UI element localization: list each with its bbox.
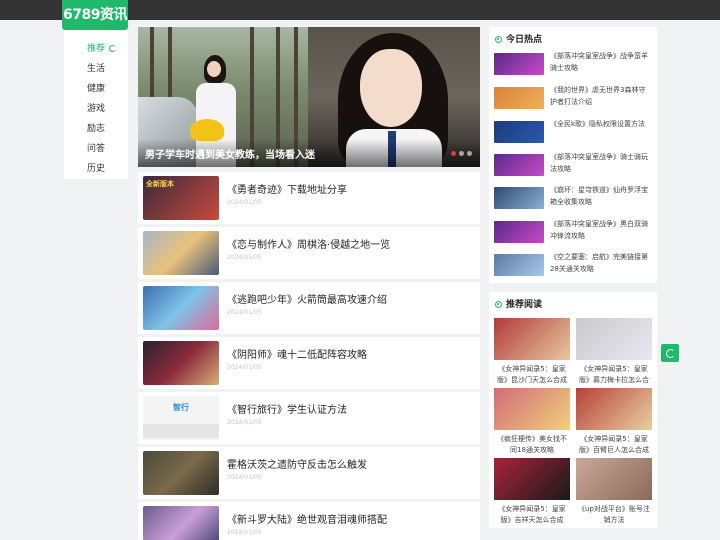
recommended-title[interactable]: 《女神异闻录5：皇家版》慕力梅卡拉怎么合: [576, 364, 652, 386]
article-title[interactable]: 霍格沃茨之遗防守反击怎么触发: [227, 456, 367, 471]
recommended-item[interactable]: 《疯狂梗传》美女找不同18通关攻略: [494, 388, 570, 458]
hot-thumbnail[interactable]: [494, 187, 544, 209]
panel-heading-text: 推荐阅读: [506, 300, 543, 310]
refresh-icon[interactable]: [109, 45, 117, 52]
hero-carousel[interactable]: 男子学车时遇到美女教练，当场看入迷: [138, 27, 480, 167]
panel-heading: 推荐阅读: [495, 297, 542, 310]
recommended-item[interactable]: 《女神异闻录5：皇家版》吉祥天怎么合成: [494, 458, 570, 528]
article-thumbnail[interactable]: [143, 451, 219, 495]
nav-item-history[interactable]: 历史: [87, 161, 105, 174]
recommended-thumbnail[interactable]: [494, 388, 570, 430]
article-thumbnail[interactable]: [143, 506, 219, 540]
article-title[interactable]: 《恋与制作人》周棋洛·侵越之地一览: [227, 236, 390, 251]
site-logo[interactable]: 6789资讯: [62, 0, 128, 30]
article-date: 2024/01/05: [227, 309, 262, 316]
article-date: 2024/01/05: [227, 254, 262, 261]
recommended-title[interactable]: 《up对战平台》账号注销方法: [576, 504, 652, 526]
nav-item-label: 推荐: [87, 44, 106, 54]
hot-item[interactable]: 《空之要塞：启航》完美链接第28关通关攻略: [494, 252, 652, 282]
hot-thumbnail[interactable]: [494, 121, 544, 143]
hero-title[interactable]: 男子学车时遇到美女教练，当场看入迷: [145, 146, 315, 161]
article-item[interactable]: 智行 《智行旅行》学生认证方法 2024/01/05: [138, 392, 480, 444]
article-title[interactable]: 《逃跑吧少年》火箭筒最高攻速介绍: [227, 291, 387, 306]
hot-item[interactable]: 《我的世界》虐无世界3森林守护者打法介绍: [494, 85, 652, 115]
article-date: 2024/01/05: [227, 474, 262, 481]
hot-thumbnail[interactable]: [494, 221, 544, 243]
article-date: 2024/01/05: [227, 364, 262, 371]
nav-item-inspiration[interactable]: 励志: [87, 121, 105, 134]
article-item[interactable]: 《新斗罗大陆》绝世观音泪魂师搭配 2024/01/05: [138, 502, 480, 540]
recommended-panel: 推荐阅读 《女神异闻录5：皇家版》昆沙门天怎么合成 《女神异闻录5：皇家版》慕力…: [489, 292, 657, 528]
article-item[interactable]: 《逃跑吧少年》火箭筒最高攻速介绍 2024/01/05: [138, 282, 480, 334]
hot-title[interactable]: 《部落冲突皇室战争》黑白双骑冲锋流攻略: [550, 219, 650, 242]
article-date: 2024/01/05: [227, 529, 262, 536]
article-title[interactable]: 《阴阳师》魂十二低配阵容攻略: [227, 346, 367, 361]
hot-item[interactable]: 《部落冲突皇室战争》黑白双骑冲锋流攻略: [494, 219, 652, 249]
nav-item-games[interactable]: 游戏: [87, 101, 105, 114]
hot-title[interactable]: 《部落冲突皇室战争》战争蛮羊骑士攻略: [550, 51, 650, 74]
nav-item-health[interactable]: 健康: [87, 81, 105, 94]
hot-thumbnail[interactable]: [494, 53, 544, 75]
article-thumbnail[interactable]: [143, 286, 219, 330]
recommended-item[interactable]: 《up对战平台》账号注销方法: [576, 458, 652, 528]
article-date: 2024/01/05: [227, 199, 262, 206]
target-icon: [495, 36, 502, 43]
article-title[interactable]: 《智行旅行》学生认证方法: [227, 401, 347, 416]
nav-item-life[interactable]: 生活: [87, 61, 105, 74]
recommended-thumbnail[interactable]: [494, 318, 570, 360]
recommended-thumbnail[interactable]: [576, 458, 652, 500]
article-thumbnail[interactable]: [143, 341, 219, 385]
article-item[interactable]: 霍格沃茨之遗防守反击怎么触发 2024/01/05: [138, 447, 480, 499]
nav-item-qa[interactable]: 问答: [87, 141, 105, 154]
article-title[interactable]: 《勇者奇迹》下载地址分享: [227, 181, 347, 196]
hot-item[interactable]: 《部落冲突皇室战争》战争蛮羊骑士攻略: [494, 51, 652, 81]
refresh-button[interactable]: [661, 344, 679, 362]
refresh-icon: [665, 348, 675, 358]
article-item[interactable]: 《恋与制作人》周棋洛·侵越之地一览 2024/01/05: [138, 227, 480, 279]
recommended-title[interactable]: 《女神异闻录5：皇家版》百臂巨人怎么合成: [576, 434, 652, 456]
panel-heading-text: 今日热点: [506, 35, 543, 45]
panel-heading: 今日热点: [495, 32, 542, 45]
recommended-title[interactable]: 《女神异闻录5：皇家版》吉祥天怎么合成: [494, 504, 570, 526]
hot-thumbnail[interactable]: [494, 87, 544, 109]
carousel-dots: [448, 141, 472, 160]
recommended-thumbnail[interactable]: [576, 318, 652, 360]
hot-title[interactable]: 《全民k歌》隐私权限设置方法: [550, 119, 650, 131]
hot-item[interactable]: 《部落冲突皇室战争》骑士骑玩法攻略: [494, 152, 652, 182]
recommended-thumbnail[interactable]: [494, 458, 570, 500]
hot-title[interactable]: 《部落冲突皇室战争》骑士骑玩法攻略: [550, 152, 650, 175]
article-title[interactable]: 《新斗罗大陆》绝世观音泪魂师搭配: [227, 511, 387, 526]
hot-title[interactable]: 《我的世界》虐无世界3森林守护者打法介绍: [550, 85, 650, 108]
hero-caption[interactable]: 男子学车时遇到美女教练，当场看入迷: [138, 139, 480, 167]
recommended-item[interactable]: 《女神异闻录5：皇家版》昆沙门天怎么合成: [494, 318, 570, 388]
hot-thumbnail[interactable]: [494, 254, 544, 276]
article-thumbnail[interactable]: 全新版本: [143, 176, 219, 220]
carousel-dot[interactable]: [459, 151, 464, 156]
hot-today-panel: 今日热点 《部落冲突皇室战争》战争蛮羊骑士攻略 《我的世界》虐无世界3森林守护者…: [489, 27, 657, 283]
article-date: 2024/01/05: [227, 419, 262, 426]
recommended-item[interactable]: 《女神异闻录5：皇家版》百臂巨人怎么合成: [576, 388, 652, 458]
target-icon: [495, 301, 502, 308]
hot-item[interactable]: 《全民k歌》隐私权限设置方法: [494, 119, 652, 149]
recommended-thumbnail[interactable]: [576, 388, 652, 430]
hot-title[interactable]: 《空之要塞：启航》完美链接第28关通关攻略: [550, 252, 650, 275]
article-thumbnail[interactable]: 智行: [143, 396, 219, 440]
hot-title[interactable]: 《崩坏：星穹铁道》仙舟罗浮宝箱全收集攻略: [550, 185, 650, 208]
recommended-title[interactable]: 《女神异闻录5：皇家版》昆沙门天怎么合成: [494, 364, 570, 386]
nav-item-recommend[interactable]: 推荐: [87, 41, 117, 54]
article-thumbnail[interactable]: [143, 231, 219, 275]
thumbnail-text: 全新版本: [146, 180, 174, 188]
category-nav: 推荐 生活 健康 游戏 励志 问答 历史: [64, 31, 128, 179]
article-item[interactable]: 全新版本 《勇者奇迹》下载地址分享 2024/01/05: [138, 172, 480, 224]
article-item[interactable]: 《阴阳师》魂十二低配阵容攻略 2024/01/05: [138, 337, 480, 389]
recommended-item[interactable]: 《女神异闻录5：皇家版》慕力梅卡拉怎么合: [576, 318, 652, 388]
carousel-dot[interactable]: [467, 151, 472, 156]
carousel-dot[interactable]: [451, 151, 456, 156]
thumbnail-text: 智行: [173, 403, 189, 412]
recommended-title[interactable]: 《疯狂梗传》美女找不同18通关攻略: [494, 434, 570, 456]
hot-thumbnail[interactable]: [494, 154, 544, 176]
hot-item[interactable]: 《崩坏：星穹铁道》仙舟罗浮宝箱全收集攻略: [494, 185, 652, 215]
